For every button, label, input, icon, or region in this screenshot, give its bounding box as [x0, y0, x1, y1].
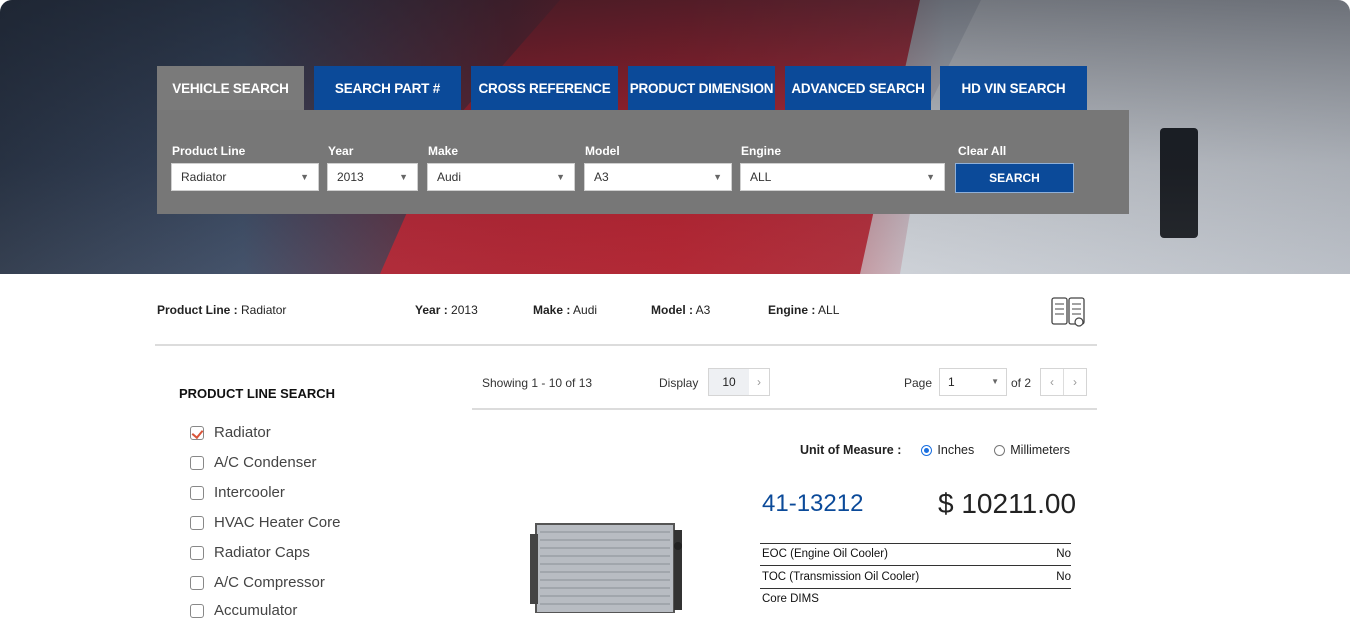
- summary-divider: [155, 344, 1097, 346]
- summary-engine: Engine : ALL: [768, 303, 840, 317]
- sidebar-item-radiator[interactable]: Radiator: [190, 424, 271, 441]
- summary-make: Make : Audi: [533, 303, 598, 317]
- page-select[interactable]: 1 ▼: [939, 368, 1007, 396]
- page-total: of 2: [1011, 376, 1032, 390]
- radiator-product-image[interactable]: [530, 520, 682, 613]
- tab-hd-vin-search[interactable]: HD VIN SEARCH: [940, 66, 1087, 110]
- model-select[interactable]: A3 ▼: [584, 163, 732, 191]
- chevron-down-icon: ▼: [399, 172, 408, 182]
- summary-year: Year : 2013: [415, 303, 478, 317]
- chevron-right-icon: ›: [757, 375, 761, 389]
- sidebar-item-ac-compressor[interactable]: A/C Compressor: [190, 574, 325, 591]
- page-label: Page: [904, 376, 933, 390]
- checkbox-icon[interactable]: [190, 515, 204, 530]
- chevron-down-icon: ▼: [300, 172, 309, 182]
- product-line-label: Product Line: [172, 144, 246, 158]
- sidebar-item-accumulator[interactable]: Accumulator: [190, 602, 297, 619]
- make-label: Make: [428, 144, 459, 158]
- results-divider: [472, 408, 1097, 410]
- unit-of-measure: Unit of Measure : Inches Millimeters: [800, 443, 1070, 457]
- spec-row-core-dims: Core DIMS: [762, 593, 819, 605]
- chevron-down-icon: ▼: [926, 172, 935, 182]
- engine-select[interactable]: ALL ▼: [740, 163, 945, 191]
- search-button[interactable]: SEARCH: [955, 163, 1074, 193]
- catalog-document-icon[interactable]: [1050, 294, 1086, 330]
- product-line-search-title: PRODUCT LINE SEARCH: [179, 386, 336, 401]
- spec-row-eoc: EOC (Engine Oil Cooler) No: [762, 548, 1071, 560]
- clear-all-link[interactable]: Clear All: [958, 144, 1006, 158]
- vehicle-search-panel: Product Line Radiator ▼ Year 2013 ▼ Make…: [157, 110, 1129, 214]
- radio-millimeters[interactable]: [994, 444, 1006, 456]
- pagination-controls: ‹ ›: [1040, 368, 1087, 396]
- display-count-select[interactable]: 10 ›: [708, 368, 770, 396]
- tab-search-part[interactable]: SEARCH PART #: [314, 66, 461, 110]
- prev-page-button[interactable]: ‹: [1041, 375, 1063, 389]
- chevron-down-icon: ▼: [556, 172, 565, 182]
- radio-inches[interactable]: [921, 444, 933, 456]
- sidebar-item-radiator-caps[interactable]: Radiator Caps: [190, 544, 310, 561]
- model-label: Model: [585, 144, 620, 158]
- sidebar-item-intercooler[interactable]: Intercooler: [190, 484, 285, 501]
- tab-cross-reference[interactable]: CROSS REFERENCE: [471, 66, 618, 110]
- sidebar-item-hvac-heater-core[interactable]: HVAC Heater Core: [190, 514, 340, 531]
- results-count: Showing 1 - 10 of 13: [482, 376, 593, 390]
- checkbox-icon[interactable]: [190, 575, 204, 590]
- part-number-link[interactable]: 41-13212: [762, 490, 863, 518]
- spec-row-toc: TOC (Transmission Oil Cooler) No: [762, 571, 1071, 583]
- product-price: $ 10211.00: [938, 488, 1077, 519]
- year-select[interactable]: 2013 ▼: [327, 163, 418, 191]
- checkbox-icon[interactable]: [190, 485, 204, 500]
- summary-product-line: Product Line : Radiator: [157, 303, 287, 317]
- year-label: Year: [328, 144, 354, 158]
- display-label: Display: [659, 376, 699, 390]
- tab-vehicle-search[interactable]: VEHICLE SEARCH: [157, 66, 304, 110]
- chevron-down-icon: ▼: [713, 172, 722, 182]
- summary-model: Model : A3: [651, 303, 711, 317]
- make-select[interactable]: Audi ▼: [427, 163, 575, 191]
- engine-label: Engine: [741, 144, 782, 158]
- product-line-select[interactable]: Radiator ▼: [171, 163, 319, 191]
- tab-product-dimension[interactable]: PRODUCT DIMENSION: [628, 66, 775, 110]
- checkbox-icon[interactable]: [190, 545, 204, 560]
- next-page-button[interactable]: ›: [1064, 375, 1086, 389]
- tab-advanced-search[interactable]: ADVANCED SEARCH: [785, 66, 931, 110]
- chevron-down-icon: ▼: [991, 377, 999, 386]
- checkbox-checked-icon[interactable]: [190, 425, 204, 440]
- checkbox-icon[interactable]: [190, 455, 204, 470]
- sidebar-item-ac-condenser[interactable]: A/C Condenser: [190, 454, 317, 471]
- checkbox-icon[interactable]: [190, 603, 204, 618]
